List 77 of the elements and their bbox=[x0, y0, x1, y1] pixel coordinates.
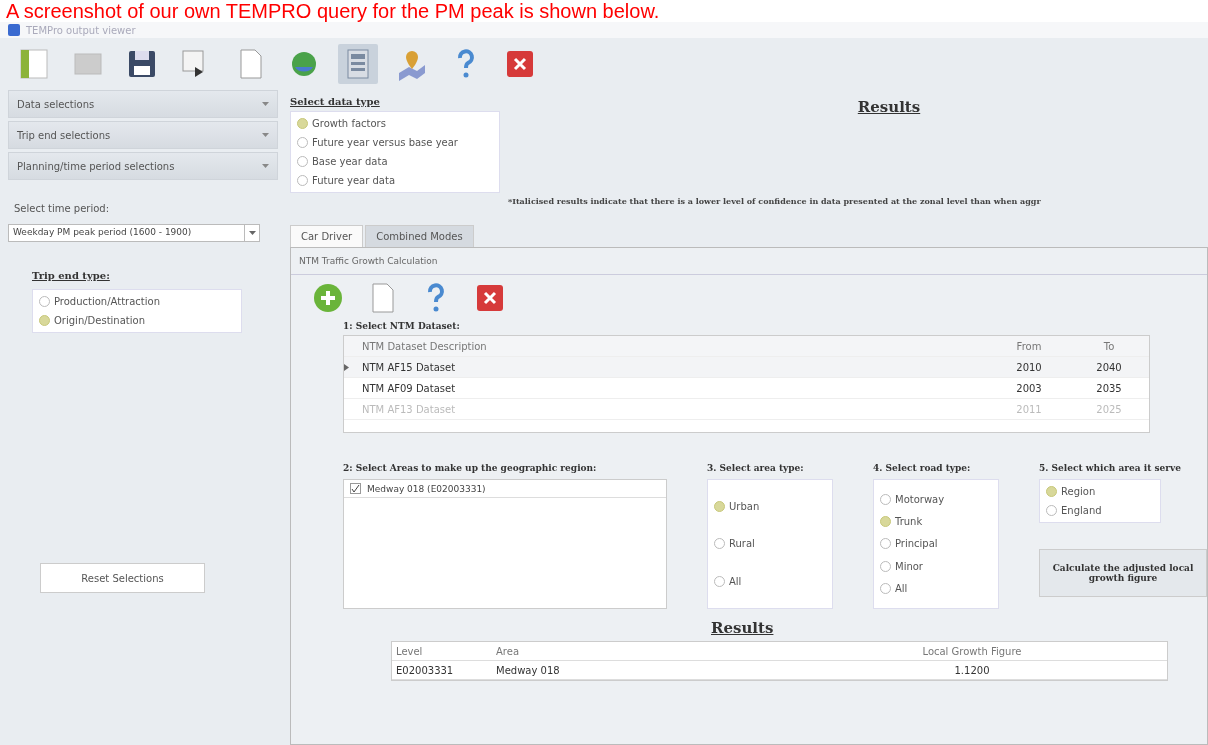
section-title: Select data type bbox=[290, 96, 381, 107]
radio-button[interactable] bbox=[1046, 505, 1057, 516]
radio-label: Rural bbox=[729, 538, 755, 550]
radio-label: Base year data bbox=[312, 156, 388, 167]
radio-label: Region bbox=[1061, 486, 1096, 497]
section-title: 1: Select NTM Dataset: bbox=[343, 321, 461, 331]
radio-label: Minor bbox=[895, 560, 923, 572]
radio-label: Motorway bbox=[895, 493, 945, 505]
table-cell-text: Medway 018 bbox=[495, 664, 561, 676]
dropdown-arrow-icon bbox=[248, 231, 256, 235]
column-header: NTM Dataset Description bbox=[361, 340, 488, 352]
accordion-header[interactable]: Planning/time period selections bbox=[8, 152, 278, 180]
column-header: From bbox=[1015, 340, 1043, 352]
accordion-label: Planning/time period selections bbox=[17, 160, 175, 172]
window-title: TEMPro output viewer bbox=[26, 24, 136, 36]
field-label: Select time period: bbox=[14, 203, 111, 214]
table-row[interactable]: NTM AF15 Dataset 2010 2040 bbox=[344, 357, 1149, 378]
results-heading: Results bbox=[857, 98, 921, 116]
radio-label: Production/Attraction bbox=[54, 296, 160, 307]
radio-label: Growth factors bbox=[312, 118, 386, 129]
radio-button[interactable] bbox=[297, 175, 308, 186]
app-icon bbox=[8, 24, 20, 36]
checkbox[interactable] bbox=[350, 483, 361, 494]
reset-button[interactable]: Reset Selections bbox=[40, 563, 205, 593]
tab[interactable]: Combined Modes bbox=[365, 225, 474, 247]
accordion-label: Data selections bbox=[17, 98, 95, 110]
radio-button[interactable] bbox=[39, 296, 50, 307]
radio-button[interactable] bbox=[880, 493, 891, 505]
chevron-icon bbox=[262, 133, 269, 137]
column-header: Level bbox=[395, 645, 424, 657]
radio-label: All bbox=[729, 575, 742, 587]
accordion-header[interactable]: Trip end selections bbox=[8, 121, 278, 149]
radio-label: All bbox=[895, 583, 908, 595]
column-header: Local Growth Figure bbox=[921, 645, 1023, 657]
caption-text: A screenshot of our own TEMPRO query for the PM peak is shown below. bbox=[6, 0, 660, 22]
table-row[interactable]: NTM AF09 Dataset 2003 2035 bbox=[344, 378, 1149, 399]
radio-button[interactable] bbox=[880, 583, 891, 595]
radio-button[interactable] bbox=[714, 538, 725, 550]
accordion-header[interactable]: Data selections bbox=[8, 90, 278, 118]
column-header: To bbox=[1102, 340, 1116, 352]
column-header: Area bbox=[495, 645, 520, 657]
radio-label: Trunk bbox=[895, 516, 923, 528]
table-cell-text: E02003331 bbox=[395, 664, 455, 676]
calculate-button[interactable]: Calculate the adjusted local growth figure bbox=[1039, 549, 1207, 597]
row-pointer-icon bbox=[344, 363, 349, 371]
radio-button[interactable] bbox=[880, 560, 891, 572]
radio-label: England bbox=[1061, 505, 1102, 516]
accordion-label: Trip end selections bbox=[17, 129, 111, 141]
radio-label: Future year data bbox=[312, 175, 396, 186]
section-title: 3. Select area type: bbox=[707, 463, 805, 473]
time-period-dropdown[interactable]: Weekday PM peak period (1600 - 1900) bbox=[8, 224, 260, 242]
results-heading: Results bbox=[711, 619, 775, 637]
section-title: Trip end type: bbox=[32, 270, 111, 281]
radio-button[interactable] bbox=[714, 575, 725, 587]
radio-label: Principal bbox=[895, 538, 938, 550]
list-item[interactable]: Medway 018 (E02003331) bbox=[367, 483, 486, 494]
section-title: 5. Select which area it serve bbox=[1039, 463, 1182, 473]
note-text: *Italicised results indicate that there is a lower level of confidence in data presented at the zonal level than when aggr bbox=[508, 196, 1041, 206]
chevron-icon bbox=[262, 164, 269, 168]
chevron-icon bbox=[262, 102, 269, 106]
radio-button[interactable] bbox=[297, 118, 308, 129]
panel-title: NTM Traffic Growth Calculation bbox=[291, 248, 1207, 275]
radio-label: Future year versus base year bbox=[312, 137, 458, 148]
radio-label: Urban bbox=[729, 501, 760, 513]
table-cell-text: 1.1200 bbox=[953, 664, 991, 676]
tab[interactable]: Car Driver bbox=[290, 225, 364, 247]
radio-button[interactable] bbox=[1046, 486, 1057, 497]
radio-label: Origin/Destination bbox=[54, 315, 145, 326]
section-title: 4. Select road type: bbox=[873, 463, 972, 473]
radio-button[interactable] bbox=[297, 137, 308, 148]
radio-button[interactable] bbox=[880, 516, 891, 528]
section-title: 2: Select Areas to make up the geographic region: bbox=[343, 463, 598, 473]
add-icon[interactable] bbox=[311, 281, 345, 315]
radio-button[interactable] bbox=[39, 315, 50, 326]
radio-button[interactable] bbox=[880, 538, 891, 550]
radio-button[interactable] bbox=[714, 501, 725, 513]
radio-button[interactable] bbox=[297, 156, 308, 167]
